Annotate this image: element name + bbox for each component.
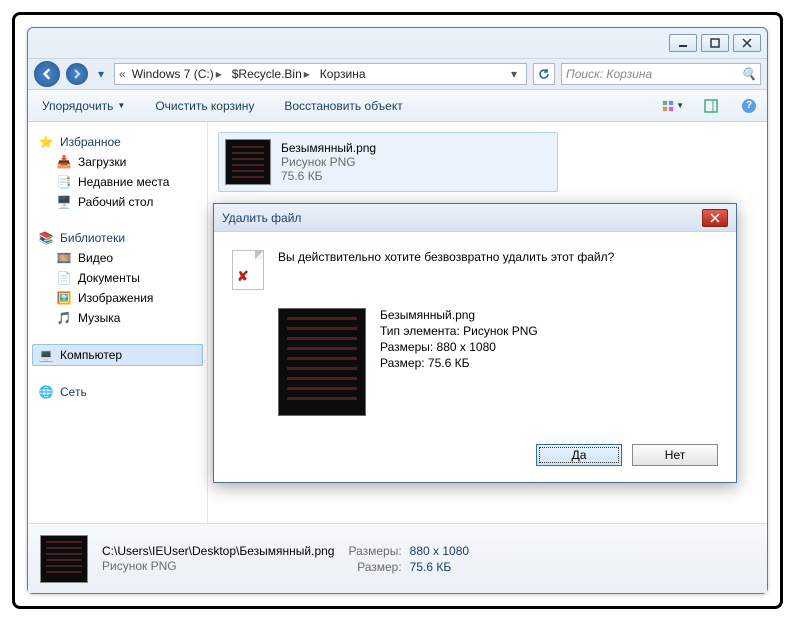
sidebar-item-pictures[interactable]: 🖼️ Изображения — [32, 288, 203, 308]
details-thumbnail — [40, 535, 88, 583]
breadcrumb-label: Windows 7 (C:) — [132, 67, 214, 81]
sidebar-label: Недавние места — [78, 175, 169, 189]
breadcrumb-label: Корзина — [320, 67, 366, 81]
computer-icon: 💻 — [38, 347, 54, 363]
breadcrumb-dropdown[interactable]: ▾ — [506, 67, 522, 81]
titlebar — [28, 28, 767, 58]
empty-recycle-button[interactable]: Очистить корзину — [147, 95, 262, 117]
details-dim-value: 880 x 1080 — [410, 544, 469, 558]
maximize-button[interactable] — [701, 34, 729, 52]
sidebar-item-recent[interactable]: 📑 Недавние места — [32, 172, 203, 192]
search-input[interactable]: Поиск: Корзина 🔍 — [561, 63, 761, 85]
chevron-down-icon: ▼ — [117, 101, 125, 110]
sidebar-libraries-header[interactable]: 📚 Библиотеки — [32, 228, 203, 248]
forward-button[interactable] — [66, 63, 88, 85]
file-name: Безымянный.png — [281, 141, 376, 155]
nav-history-dropdown[interactable]: ▾ — [94, 65, 108, 83]
chevron-right-icon: ▸ — [216, 67, 222, 81]
details-size-label: Размер: — [348, 560, 401, 574]
no-button[interactable]: Нет — [632, 444, 718, 466]
dialog-titlebar[interactable]: Удалить файл — [214, 204, 736, 232]
network-icon: 🌐 — [38, 384, 54, 400]
chevron-down-icon: ▼ — [676, 101, 684, 110]
details-path: C:\Users\IEUser\Desktop\Безымянный.png — [102, 544, 334, 558]
details-type: Рисунок PNG — [102, 559, 334, 573]
breadcrumb-label: $Recycle.Bin — [232, 67, 302, 81]
organize-label: Упорядочить — [42, 99, 113, 113]
file-size: 75.6 КБ — [281, 169, 376, 183]
breadcrumb[interactable]: « Windows 7 (C:)▸ $Recycle.Bin▸ Корзина … — [114, 63, 527, 85]
music-icon: 🎵 — [56, 310, 72, 326]
file-item[interactable]: Безымянный.png Рисунок PNG 75.6 КБ — [218, 132, 558, 192]
libraries-icon: 📚 — [38, 230, 54, 246]
pictures-icon: 🖼️ — [56, 290, 72, 306]
sidebar-item-desktop[interactable]: 🖥️ Рабочий стол — [32, 192, 203, 212]
sidebar-label: Сеть — [60, 385, 87, 399]
sidebar-favorites-header[interactable]: ⭐ Избранное — [32, 132, 203, 152]
chevron-right-icon: ▸ — [304, 67, 310, 81]
delete-confirm-dialog: Удалить файл ✘ Вы действительно хотите б… — [213, 203, 737, 483]
video-icon: 🎞️ — [56, 250, 72, 266]
yes-button[interactable]: Да — [536, 444, 622, 466]
dialog-message: Вы действительно хотите безвозвратно уда… — [278, 250, 614, 290]
search-icon: 🔍 — [741, 67, 756, 81]
sidebar-item-network[interactable]: 🌐 Сеть — [32, 382, 203, 402]
breadcrumb-prev-icon[interactable]: « — [119, 67, 126, 81]
search-placeholder: Поиск: Корзина — [566, 67, 652, 81]
dialog-file-thumbnail — [278, 308, 366, 416]
file-type: Рисунок PNG — [281, 155, 376, 169]
sidebar-label: Загрузки — [78, 155, 126, 169]
minimize-button[interactable] — [669, 34, 697, 52]
sidebar-item-music[interactable]: 🎵 Музыка — [32, 308, 203, 328]
organize-button[interactable]: Упорядочить ▼ — [34, 95, 133, 117]
restore-button[interactable]: Восстановить объект — [276, 95, 410, 117]
sidebar-label: Библиотеки — [60, 231, 125, 245]
details-size-value: 75.6 КБ — [410, 560, 469, 574]
desktop-icon: 🖥️ — [56, 194, 72, 210]
sidebar-item-documents[interactable]: 📄 Документы — [32, 268, 203, 288]
sidebar-label: Компьютер — [60, 348, 122, 362]
sidebar-item-downloads[interactable]: 📥 Загрузки — [32, 152, 203, 172]
recent-icon: 📑 — [56, 174, 72, 190]
sidebar-label: Изображения — [78, 291, 153, 305]
breadcrumb-seg-current[interactable]: Корзина — [316, 67, 370, 81]
nav-pane: ⭐ Избранное 📥 Загрузки 📑 Недавние места 🖥️ Р… — [28, 122, 208, 523]
dialog-title: Удалить файл — [222, 211, 301, 225]
dialog-file-size: Размер: 75.6 КБ — [380, 356, 538, 370]
details-dim-label: Размеры: — [348, 544, 401, 558]
back-button[interactable] — [34, 61, 60, 87]
refresh-button[interactable] — [533, 63, 555, 85]
address-bar: ▾ « Windows 7 (C:)▸ $Recycle.Bin▸ Корзин… — [28, 58, 767, 90]
breadcrumb-seg-recycle[interactable]: $Recycle.Bin▸ — [228, 67, 314, 81]
view-options-button[interactable]: ▼ — [661, 95, 685, 117]
sidebar-item-videos[interactable]: 🎞️ Видео — [32, 248, 203, 268]
breadcrumb-seg-drive[interactable]: Windows 7 (C:)▸ — [128, 67, 226, 81]
sidebar-label: Рабочий стол — [78, 195, 153, 209]
sidebar-label: Избранное — [60, 135, 121, 149]
sidebar-label: Документы — [78, 271, 140, 285]
dialog-close-button[interactable] — [702, 209, 728, 227]
sidebar-label: Видео — [78, 251, 113, 265]
details-pane: C:\Users\IEUser\Desktop\Безымянный.png Р… — [28, 523, 767, 593]
sidebar-item-computer[interactable]: 💻 Компьютер — [32, 344, 203, 366]
sidebar-label: Музыка — [78, 311, 120, 325]
command-bar: Упорядочить ▼ Очистить корзину Восстанов… — [28, 90, 767, 122]
document-icon: 📄 — [56, 270, 72, 286]
downloads-icon: 📥 — [56, 154, 72, 170]
dialog-file-type: Тип элемента: Рисунок PNG — [380, 324, 538, 338]
preview-pane-button[interactable] — [699, 95, 723, 117]
help-button[interactable]: ? — [737, 95, 761, 117]
file-thumbnail — [225, 139, 271, 185]
dialog-file-name: Безымянный.png — [380, 308, 538, 322]
delete-file-icon: ✘ — [232, 250, 264, 290]
close-button[interactable] — [733, 34, 761, 52]
dialog-file-dimensions: Размеры: 880 x 1080 — [380, 340, 538, 354]
star-icon: ⭐ — [38, 134, 54, 150]
